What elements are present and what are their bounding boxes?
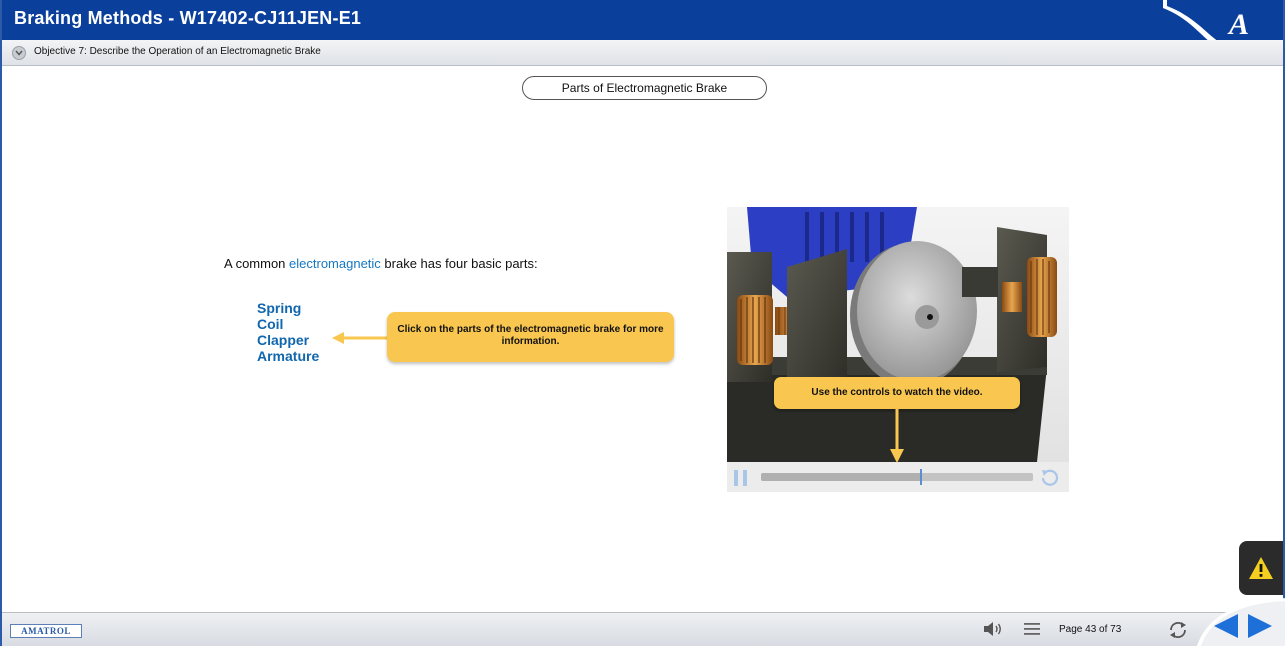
section-title: Parts of Electromagnetic Brake <box>522 76 767 100</box>
intro-prefix: A common <box>224 256 290 271</box>
callout-arrow-left <box>332 332 390 344</box>
part-link-spring[interactable]: Spring <box>257 300 319 316</box>
arrow-left-icon[interactable] <box>1212 612 1240 640</box>
intro-keyword: electromagnetic <box>289 256 381 271</box>
parts-list: Spring Coil Clapper Armature <box>257 300 319 364</box>
pause-icon[interactable] <box>734 470 748 486</box>
brand-logo: AMATROL <box>10 624 82 638</box>
objective-bar: Objective 7: Describe the Operation of a… <box>2 40 1283 66</box>
speaker-icon[interactable] <box>983 621 1003 637</box>
part-link-coil[interactable]: Coil <box>257 316 319 332</box>
warning-button[interactable] <box>1239 541 1283 595</box>
scrubber-fill <box>761 473 922 481</box>
page-indicator: Page 43 of 73 <box>1059 624 1122 635</box>
footer-bar: AMATROL Page 43 of 73 <box>2 612 1283 646</box>
warning-icon <box>1249 557 1273 579</box>
scrubber-handle[interactable] <box>920 469 923 485</box>
intro-suffix: brake has four basic parts: <box>380 256 538 271</box>
menu-icon[interactable] <box>1024 623 1040 635</box>
chevron-down-icon[interactable] <box>12 46 26 60</box>
title-bar: Braking Methods - W17402-CJ11JEN-E1 <box>2 0 1283 40</box>
reload-icon[interactable] <box>1167 620 1189 640</box>
callout-arrow-down <box>890 409 904 463</box>
course-title: Braking Methods - W17402-CJ11JEN-E1 <box>14 8 362 28</box>
video-callout: Use the controls to watch the video. <box>774 377 1020 409</box>
app-window: Braking Methods - W17402-CJ11JEN-E1 A Ob… <box>0 0 1285 646</box>
arrow-right-icon[interactable] <box>1246 612 1274 640</box>
video-scrubber[interactable] <box>761 469 1033 485</box>
video-controls <box>727 463 1069 492</box>
logo-letter: A <box>1227 8 1249 41</box>
part-link-armature[interactable]: Armature <box>257 348 319 364</box>
intro-text: A common electromagnetic brake has four … <box>224 256 544 271</box>
replay-icon[interactable] <box>1039 467 1061 489</box>
objective-text: Objective 7: Describe the Operation of a… <box>34 46 321 57</box>
part-link-clapper[interactable]: Clapper <box>257 332 319 348</box>
parts-callout: Click on the parts of the electromagneti… <box>387 312 674 362</box>
